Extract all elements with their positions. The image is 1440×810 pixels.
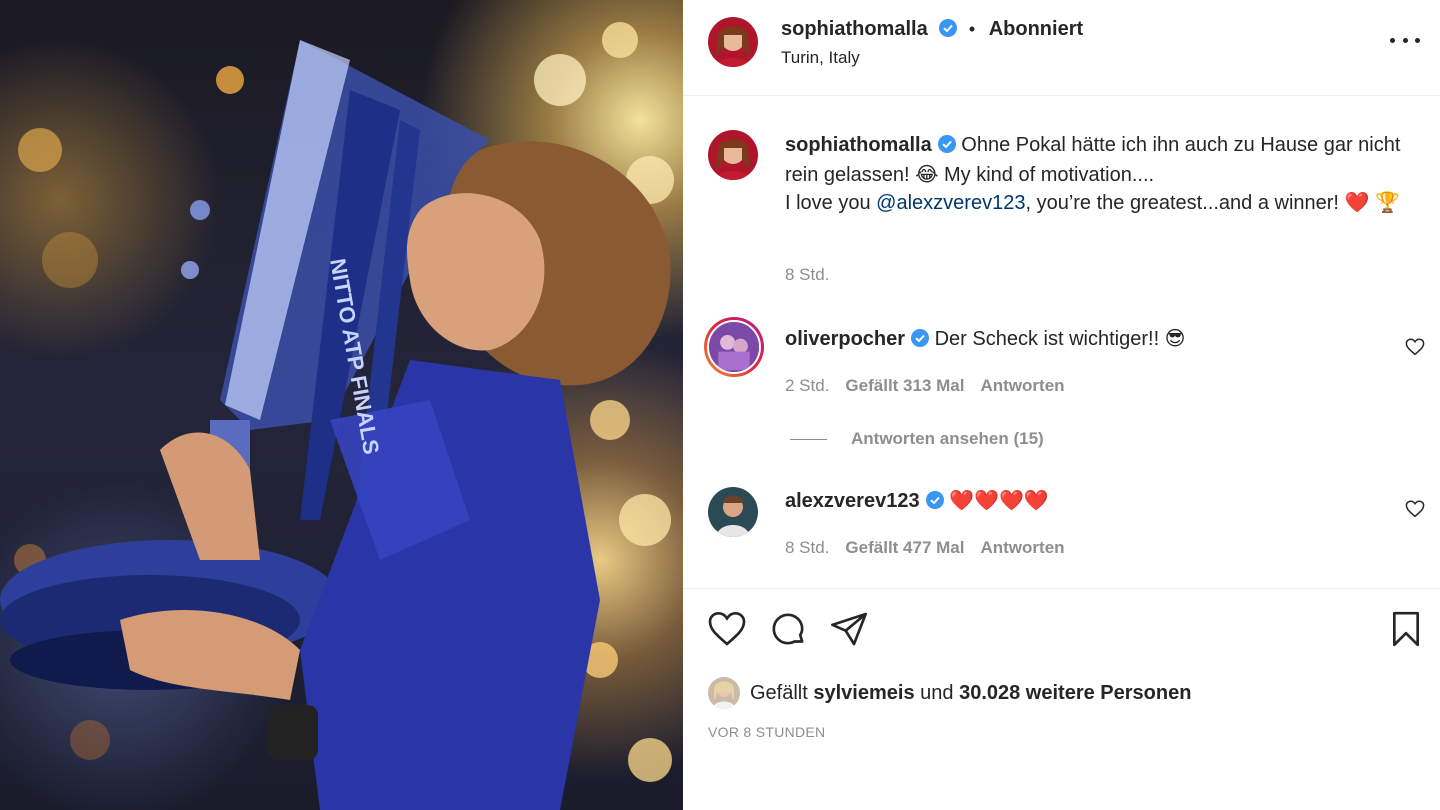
post-actions: Gefällt sylviemeis und 30.028 weitere Pe… — [683, 588, 1440, 810]
author-username[interactable]: sophiathomalla — [781, 18, 928, 40]
comment-username[interactable]: oliverpocher — [785, 328, 905, 350]
more-options-icon[interactable] — [1390, 30, 1420, 50]
author-avatar[interactable] — [708, 17, 758, 67]
comment-username[interactable]: alexzverev123 — [785, 490, 920, 512]
verified-icon — [911, 329, 930, 353]
verified-icon — [939, 19, 958, 43]
comment-oliverpocher: oliverpocher Der Scheck ist wichtiger!! … — [785, 326, 1186, 353]
photo-illustration: NITTO ATP FINALS — [0, 22, 674, 810]
view-replies-label: Antworten ansehen (15) — [851, 429, 1044, 448]
likes-count-link[interactable]: 30.028 weitere Personen — [959, 682, 1191, 705]
comment-like-icon[interactable] — [1405, 338, 1425, 361]
comment-alexzverev123: alexzverev123 ❤️❤️❤️❤️ — [785, 488, 1049, 515]
caption-time[interactable]: 8 Std. — [785, 265, 829, 285]
caption-text-2: I love you — [785, 192, 877, 214]
verified-icon — [937, 133, 956, 161]
post-detail-panel: sophiathomalla • Abonniert Turin, Italy … — [683, 0, 1440, 810]
caption-mention-link[interactable]: @alexzverev123 — [876, 192, 1025, 214]
comment-like-icon[interactable] — [1405, 500, 1425, 523]
caption-username[interactable]: sophiathomalla — [785, 134, 932, 156]
like-icon[interactable] — [707, 609, 747, 654]
post-location[interactable]: Turin, Italy — [781, 48, 860, 68]
replies-divider — [790, 438, 827, 440]
post-header: sophiathomalla • Abonniert Turin, Italy — [683, 0, 1440, 96]
comment-avatar-alexzverev123[interactable] — [708, 487, 758, 537]
likes-prefix: Gefällt — [750, 681, 808, 704]
comment-meta: 2 Std. Gefällt 313 Mal Antworten — [785, 376, 1065, 396]
comment-meta: 8 Std. Gefällt 477 Mal Antworten — [785, 538, 1065, 558]
caption-avatar[interactable] — [708, 130, 758, 180]
liker-username[interactable]: sylviemeis — [813, 682, 914, 705]
post-caption: sophiathomalla Ohne Pokal hätte ich ihn … — [785, 131, 1415, 217]
comment-reply-button[interactable]: Antworten — [980, 538, 1064, 557]
comment-icon[interactable] — [768, 609, 808, 654]
comment-reply-button[interactable]: Antworten — [980, 376, 1064, 395]
likes-middle: und — [920, 681, 954, 704]
comment-text: ❤️❤️❤️❤️ — [949, 490, 1049, 512]
likes-summary: Gefällt sylviemeis und 30.028 weitere Pe… — [708, 677, 1191, 709]
post-timestamp[interactable]: VOR 8 STUNDEN — [708, 724, 825, 740]
comment-likes[interactable]: Gefällt 477 Mal — [845, 538, 964, 557]
share-icon[interactable] — [829, 609, 869, 654]
author-line: sophiathomalla • Abonniert — [781, 18, 1083, 43]
view-replies-button[interactable]: Antworten ansehen (15) — [790, 429, 1044, 449]
liker-avatar[interactable] — [708, 677, 740, 709]
comment-text: Der Scheck ist wichtiger!! 😎 — [934, 328, 1186, 350]
comment-likes[interactable]: Gefällt 313 Mal — [845, 376, 964, 395]
follow-status-button[interactable]: Abonniert — [989, 18, 1083, 40]
comment-avatar-oliverpocher[interactable] — [704, 317, 764, 377]
verified-icon — [925, 491, 944, 515]
post-photo[interactable]: NITTO ATP FINALS — [0, 0, 683, 810]
caption-text-3: , you’re the greatest...and a winner! ❤️… — [1025, 192, 1400, 214]
save-icon[interactable] — [1386, 609, 1426, 654]
separator-dot: • — [968, 19, 976, 39]
comment-time[interactable]: 8 Std. — [785, 538, 829, 557]
comment-time[interactable]: 2 Std. — [785, 376, 829, 395]
